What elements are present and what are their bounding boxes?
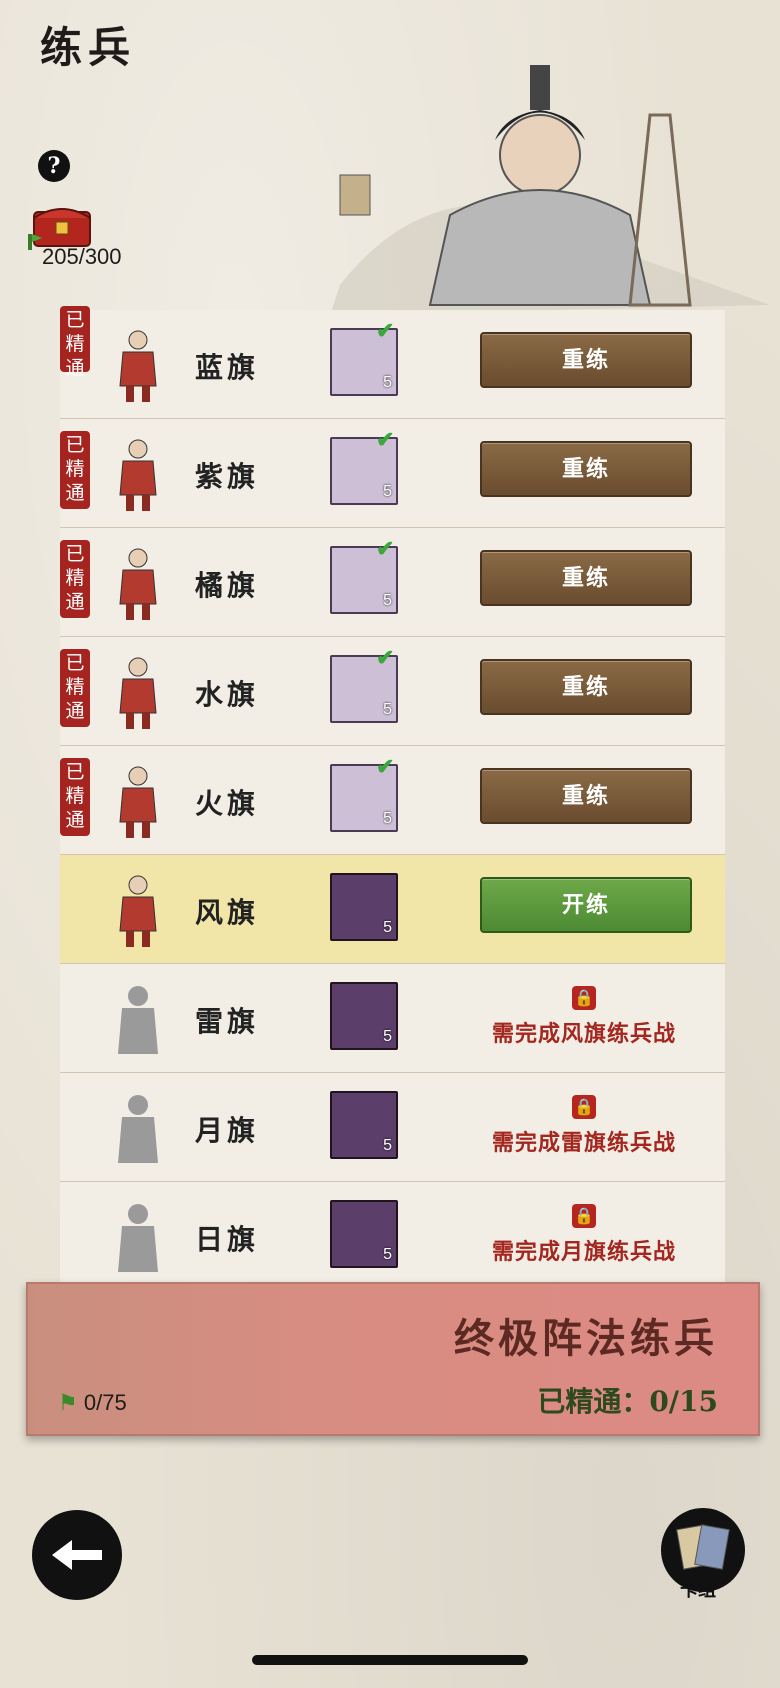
soldier-icon xyxy=(119,657,157,729)
help-icon[interactable]: ? xyxy=(38,150,70,182)
mastered-badge: 已精通 xyxy=(60,540,90,618)
retrain-button[interactable]: 重练 xyxy=(480,768,692,824)
flag-icon: ⚑ xyxy=(58,1390,78,1415)
home-indicator xyxy=(252,1655,528,1665)
mastered-badge: 已精通 xyxy=(60,431,90,509)
list-item: 已精通 水旗 5 ✔ 重练 xyxy=(60,637,725,746)
list-item: 月旗 5 🔒 需完成雷旗练兵战 xyxy=(60,1073,725,1182)
training-list: 已精通 蓝旗 5 ✔ 重练 已精通 紫旗 5 ✔ 重练 已精通 橘旗 5 ✔ 重… xyxy=(60,306,725,1291)
list-item: 日旗 5 🔒 需完成月旗练兵战 xyxy=(60,1182,725,1291)
formation-name: 蓝旗 xyxy=(195,351,260,384)
soldier-icon xyxy=(119,875,157,947)
formation-name: 风旗 xyxy=(195,896,260,929)
mastered-badge: 已精通 xyxy=(60,649,90,727)
formation-name: 水旗 xyxy=(195,678,260,711)
list-item: 已精通 火旗 5 ✔ 重练 xyxy=(60,746,725,855)
check-icon: ✔ xyxy=(376,754,395,780)
cards-label: 卡组 xyxy=(680,1580,716,1601)
list-item: 已精通 紫旗 5 ✔ 重练 xyxy=(60,419,725,528)
soldier-icon xyxy=(119,548,157,620)
locked-soldier-silhouette xyxy=(118,986,158,1054)
chest-progress: 205/300 xyxy=(42,244,122,269)
back-arrow-icon[interactable] xyxy=(32,1510,122,1600)
locked-soldier-silhouette xyxy=(118,1204,158,1272)
retrain-button[interactable]: 重练 xyxy=(480,659,692,715)
scroll-item-icon[interactable]: 5 xyxy=(330,873,398,941)
check-icon: ✔ xyxy=(376,427,395,453)
requirement-text: 需完成风旗练兵战 xyxy=(491,1021,676,1047)
lock-requirement: 🔒 需完成雷旗练兵战 xyxy=(480,1095,688,1157)
locked-soldier-silhouette xyxy=(118,1095,158,1163)
formation-name: 雷旗 xyxy=(195,1005,260,1038)
scroll-item-icon[interactable]: 5 xyxy=(330,1200,398,1268)
general-portrait xyxy=(330,65,770,315)
lock-icon: 🔒 xyxy=(572,986,596,1010)
scroll-item-icon[interactable]: 5 xyxy=(330,982,398,1050)
flag-progress: ⚑ 0/75 xyxy=(58,1390,127,1415)
retrain-button[interactable]: 重练 xyxy=(480,332,692,388)
check-icon: ✔ xyxy=(376,536,395,562)
requirement-text: 需完成月旗练兵战 xyxy=(491,1239,676,1265)
formation-name: 火旗 xyxy=(195,787,260,820)
mastery-progress: 已精通：0/15 xyxy=(537,1385,718,1418)
check-icon: ✔ xyxy=(376,318,395,344)
check-icon: ✔ xyxy=(376,645,395,671)
formation-name: 月旗 xyxy=(195,1114,260,1147)
mastered-badge: 已精通 xyxy=(60,758,90,836)
lock-requirement: 🔒 需完成风旗练兵战 xyxy=(480,986,688,1048)
lock-requirement: 🔒 需完成月旗练兵战 xyxy=(480,1204,688,1266)
page-title: 练兵 xyxy=(40,23,137,72)
treasure-chest-icon[interactable] xyxy=(26,198,96,250)
lock-icon: 🔒 xyxy=(572,1204,596,1228)
ultimate-formation-banner[interactable]: 终极阵法练兵 已精通：0/15 ⚑ 0/75 xyxy=(26,1282,760,1436)
formation-name: 紫旗 xyxy=(195,460,260,493)
formation-name: 日旗 xyxy=(195,1223,260,1256)
list-item: 已精通 橘旗 5 ✔ 重练 xyxy=(60,528,725,637)
banner-title: 终极阵法练兵 xyxy=(454,1315,718,1362)
retrain-button[interactable]: 重练 xyxy=(480,550,692,606)
soldier-icon xyxy=(119,766,157,838)
requirement-text: 需完成雷旗练兵战 xyxy=(491,1130,676,1156)
formation-name: 橘旗 xyxy=(195,569,260,602)
mastered-badge: 已精通 xyxy=(60,306,90,379)
scroll-item-icon[interactable]: 5 xyxy=(330,1091,398,1159)
retrain-button[interactable]: 重练 xyxy=(480,441,692,497)
list-item: 已精通 蓝旗 5 ✔ 重练 xyxy=(60,306,725,419)
soldier-icon xyxy=(119,330,157,402)
soldier-icon xyxy=(119,439,157,511)
lock-icon: 🔒 xyxy=(572,1095,596,1119)
start-training-button[interactable]: 开练 xyxy=(480,877,692,933)
list-item: 风旗 5 开练 xyxy=(60,855,725,964)
list-item: 雷旗 5 🔒 需完成风旗练兵战 xyxy=(60,964,725,1073)
